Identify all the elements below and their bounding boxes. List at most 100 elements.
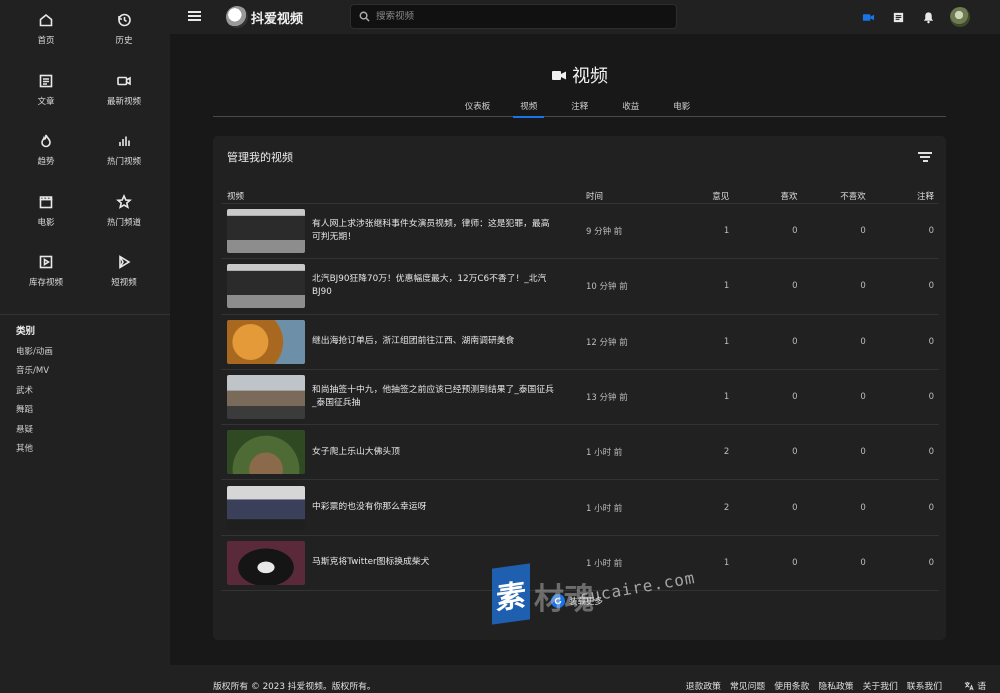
language-button[interactable]: 语: [964, 679, 986, 692]
footer-link-terms[interactable]: 使用条款: [774, 679, 809, 692]
sidebar-nav: 首页 历史 文章 最新视频 趋势 热门视频 电影 热门频道 库存视频 短视频: [0, 0, 170, 313]
video-cell: 中彩票的也没有你那么幸运呀: [221, 485, 586, 530]
footer-link-privacy[interactable]: 隐私政策: [818, 679, 853, 692]
video-thumbnail[interactable]: [227, 430, 305, 475]
tab-dashboard[interactable]: 仪表板: [465, 98, 491, 117]
tab-revenue[interactable]: 收益: [618, 98, 643, 117]
video-title[interactable]: 和尚抽签十中九，他抽签之前应该已经预测到结果了_泰国征兵 _泰国征兵抽: [312, 384, 557, 410]
menu-icon[interactable]: [188, 11, 201, 21]
sidebar-item-label: 热门视频: [106, 157, 141, 167]
video-title[interactable]: 中彩票的也没有你那么幸运呀: [312, 501, 557, 514]
filter-icon[interactable]: [918, 152, 932, 162]
video-thumbnail[interactable]: [227, 319, 305, 364]
video-title[interactable]: 女子爬上乐山大佛头顶: [312, 446, 557, 459]
avatar[interactable]: [950, 7, 970, 27]
sidebar-item-popular-videos[interactable]: 热门视频: [85, 131, 163, 192]
video-likes: 0: [792, 557, 798, 568]
video-title[interactable]: 继出海抢订单后，浙江组团前往江西、湖南调研美食: [312, 335, 557, 348]
sidebar-item-movies[interactable]: 电影: [7, 192, 85, 253]
video-title[interactable]: 有人网上求涉张继科事件女演员视频，律师：这是犯罪，最高可判无期！: [312, 218, 557, 244]
table-row[interactable]: 北汽BJ90狂降70万！优惠幅度最大，12万C6不香了！_北汽BJ90 10 分…: [221, 259, 939, 315]
play-box-icon: [39, 255, 53, 269]
sidebar-item-articles[interactable]: 文章: [7, 71, 85, 132]
video-dislikes: 0: [860, 281, 866, 292]
tab-bar: 仪表板 视频 注释 收益 电影: [213, 98, 946, 118]
videos-table: 视频 时间 意见 喜欢 不喜欢 注释 有人网上求涉张继科事件女演员视频，律师：这…: [221, 188, 939, 592]
page-title: 视频: [552, 62, 608, 88]
sidebar-item-label: 最新视频: [106, 96, 141, 107]
page-header: 视频: [170, 62, 990, 88]
star-icon: [116, 193, 132, 209]
video-thumbnail[interactable]: [227, 264, 305, 309]
footer-links: 退款政策 常见问题 使用条款 隐私政策 关于我们 联系我们: [677, 679, 942, 692]
video-title[interactable]: 北汽BJ90狂降70万！优惠幅度最大，12万C6不香了！_北汽BJ90: [312, 273, 557, 299]
video-views: 1: [723, 336, 730, 347]
table-row[interactable]: 和尚抽签十中九，他抽签之前应该已经预测到结果了_泰国征兵 _泰国征兵抽 13 分…: [221, 370, 939, 426]
header-views: 意见: [712, 191, 730, 202]
table-row[interactable]: 有人网上求涉张继科事件女演员视频，律师：这是犯罪，最高可判无期！ 9 分钟 前 …: [221, 204, 939, 260]
video-views: 1: [723, 226, 730, 237]
header-comments: 注释: [916, 191, 934, 202]
table-row[interactable]: 继出海抢订单后，浙江组团前往江西、湖南调研美食 12 分钟 前 1 0 0 0: [221, 315, 939, 370]
card-title: 管理我的视频: [227, 151, 293, 164]
video-thumbnail[interactable]: [227, 375, 305, 420]
category-item[interactable]: 舞蹈: [0, 401, 170, 421]
tab-comments[interactable]: 注释: [567, 98, 592, 117]
footer: 版权所有 © 2023 抖爱视频。版权所有。 退款政策 常见问题 使用条款 隐私…: [170, 665, 1000, 693]
video-likes: 0: [792, 502, 798, 513]
home-icon: [39, 13, 53, 27]
category-item[interactable]: 悬疑: [0, 421, 170, 441]
sidebar-item-home[interactable]: 首页: [7, 10, 85, 71]
video-camera-icon: [117, 76, 131, 85]
watermark: 素 材魂 sucaire.com: [492, 563, 697, 625]
footer-link-contact[interactable]: 联系我们: [907, 679, 942, 692]
video-views: 1: [723, 281, 730, 292]
sidebar-item-short-videos[interactable]: 短视频: [85, 252, 163, 313]
video-comments: 0: [928, 502, 934, 513]
video-thumbnail[interactable]: [227, 485, 305, 530]
table-row[interactable]: 中彩票的也没有你那么幸运呀 1 小时 前 2 0 0 0: [221, 480, 939, 536]
sidebar-item-label: 趋势: [37, 157, 55, 167]
page-title-text: 视频: [572, 66, 608, 87]
article-icon: [893, 12, 903, 22]
sidebar-item-stock-videos[interactable]: 库存视频: [7, 252, 85, 313]
logo[interactable]: 抖爱视频: [226, 6, 303, 28]
footer-link-about[interactable]: 关于我们: [863, 679, 898, 692]
video-dislikes: 0: [860, 226, 866, 237]
footer-link-faq[interactable]: 常见问题: [730, 679, 765, 692]
video-likes: 0: [792, 392, 798, 403]
video-views: 1: [723, 392, 730, 403]
category-item[interactable]: 音乐/MV: [0, 362, 170, 382]
top-actions: [848, 7, 970, 27]
sidebar-item-popular-channels[interactable]: 热门频道: [85, 192, 163, 253]
sidebar-item-label: 短视频: [111, 278, 137, 288]
video-thumbnail[interactable]: [227, 209, 305, 254]
footer-link-refund[interactable]: 退款政策: [686, 679, 721, 692]
tab-videos[interactable]: 视频: [513, 98, 545, 118]
sidebar-item-latest-videos[interactable]: 最新视频: [85, 71, 163, 132]
category-item[interactable]: 武术: [0, 382, 170, 402]
video-time: 1 小时 前: [586, 558, 623, 569]
video-likes: 0: [792, 281, 798, 292]
notifications-button[interactable]: [918, 7, 938, 27]
table-row[interactable]: 女子爬上乐山大佛头顶 1 小时 前 2 0 0 0: [221, 425, 939, 481]
video-thumbnail[interactable]: [227, 540, 305, 585]
tab-movies[interactable]: 电影: [669, 98, 694, 117]
search-input[interactable]: [376, 11, 666, 22]
category-item[interactable]: 电影/动画: [0, 343, 170, 363]
write-article-button[interactable]: [888, 7, 908, 27]
upload-video-button[interactable]: [858, 7, 878, 27]
sidebar-item-history[interactable]: 历史: [85, 10, 163, 71]
table-header: 视频 时间 意见 喜欢 不喜欢 注释: [221, 188, 939, 204]
video-cell: 有人网上求涉张继科事件女演员视频，律师：这是犯罪，最高可判无期！: [221, 209, 586, 254]
search-icon[interactable]: [359, 11, 370, 22]
article-icon: [39, 74, 53, 87]
video-views: 1: [723, 557, 730, 568]
sidebar-item-label: 历史: [115, 36, 133, 46]
search-box: [350, 4, 677, 29]
category-item[interactable]: 其他: [0, 440, 170, 460]
app-name: 抖爱视频: [251, 11, 304, 27]
video-cell: 继出海抢订单后，浙江组团前往江西、湖南调研美食: [221, 319, 586, 364]
sidebar-divider: [0, 313, 170, 315]
sidebar-item-trending[interactable]: 趋势: [7, 131, 85, 192]
